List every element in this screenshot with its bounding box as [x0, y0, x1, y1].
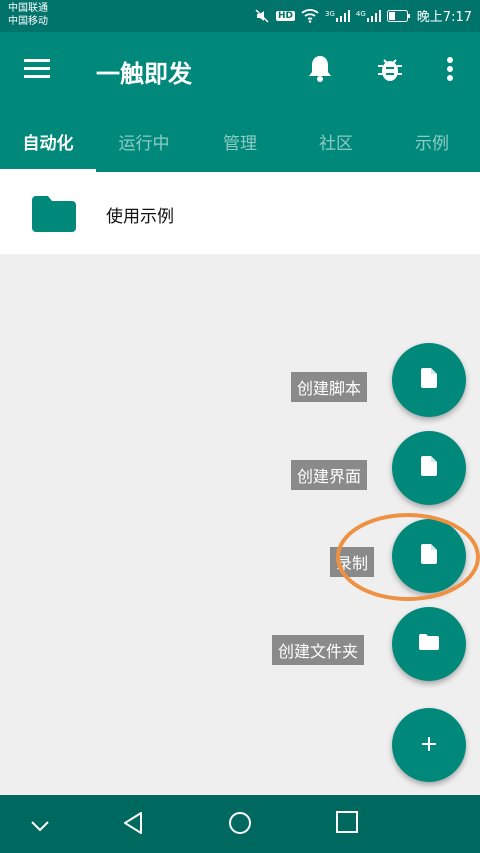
recents-icon[interactable] — [336, 811, 358, 837]
wifi-icon — [301, 8, 319, 23]
file-icon — [421, 456, 437, 480]
carrier-1: 中国联通 — [8, 3, 48, 14]
net-type-1: 3G — [325, 9, 335, 18]
main-fab-button[interactable] — [392, 708, 466, 782]
create-folder-button[interactable] — [392, 607, 466, 681]
tab-manage[interactable]: 管理 — [192, 110, 288, 172]
bug-icon[interactable] — [375, 54, 405, 88]
tab-community[interactable]: 社区 — [288, 110, 384, 172]
create-ui-button[interactable] — [392, 431, 466, 505]
tab-automation[interactable]: 自动化 — [0, 110, 96, 172]
folder-icon — [419, 634, 439, 654]
tab-label: 自动化 — [22, 133, 74, 154]
menu-icon[interactable] — [24, 58, 50, 82]
battery-icon — [386, 9, 411, 22]
status-icons: HD 3G 4G 晚上7:17 — [254, 6, 472, 25]
tab-label: 管理 — [223, 133, 257, 154]
fab-label-create-script[interactable]: 创建脚本 — [291, 372, 368, 402]
tab-bar: 自动化 运行中 管理 社区 示例 — [0, 110, 480, 172]
fab-label-create-folder[interactable]: 创建文件夹 — [272, 635, 365, 665]
list-item[interactable]: 使用示例 — [0, 172, 480, 254]
carrier-info: 中国联通 中国移动 — [8, 2, 48, 28]
navigation-bar — [0, 795, 480, 853]
tab-label: 运行中 — [118, 133, 170, 154]
highlight-circle — [336, 513, 480, 601]
mute-icon — [254, 8, 270, 24]
signal-2-icon: 4G — [355, 9, 381, 22]
tab-examples[interactable]: 示例 — [384, 110, 480, 172]
tab-running[interactable]: 运行中 — [96, 110, 192, 172]
create-script-button[interactable] — [392, 343, 466, 417]
folder-icon — [32, 196, 76, 236]
tab-label: 示例 — [415, 133, 449, 154]
status-time: 晚上7:17 — [416, 10, 472, 25]
bell-icon[interactable] — [307, 54, 333, 88]
plus-icon — [422, 736, 436, 755]
signal-1-icon: 3G — [325, 9, 350, 22]
net-type-2: 4G — [355, 9, 366, 18]
fab-label-create-ui[interactable]: 创建界面 — [291, 460, 368, 490]
app-bar: 一触即发 — [0, 32, 480, 110]
back-icon[interactable] — [122, 811, 144, 839]
collapse-chevron-icon[interactable] — [30, 817, 50, 836]
file-icon — [421, 368, 437, 392]
list-item-label: 使用示例 — [106, 207, 174, 227]
carrier-2: 中国移动 — [8, 16, 48, 27]
tab-label: 社区 — [319, 133, 353, 154]
more-options-icon[interactable] — [446, 56, 454, 86]
status-bar: 中国联通 中国移动 HD 3G 4G 晚上7:17 — [0, 0, 480, 32]
app-title: 一触即发 — [96, 60, 192, 88]
home-icon[interactable] — [228, 811, 252, 839]
hd-icon: HD — [276, 10, 296, 21]
